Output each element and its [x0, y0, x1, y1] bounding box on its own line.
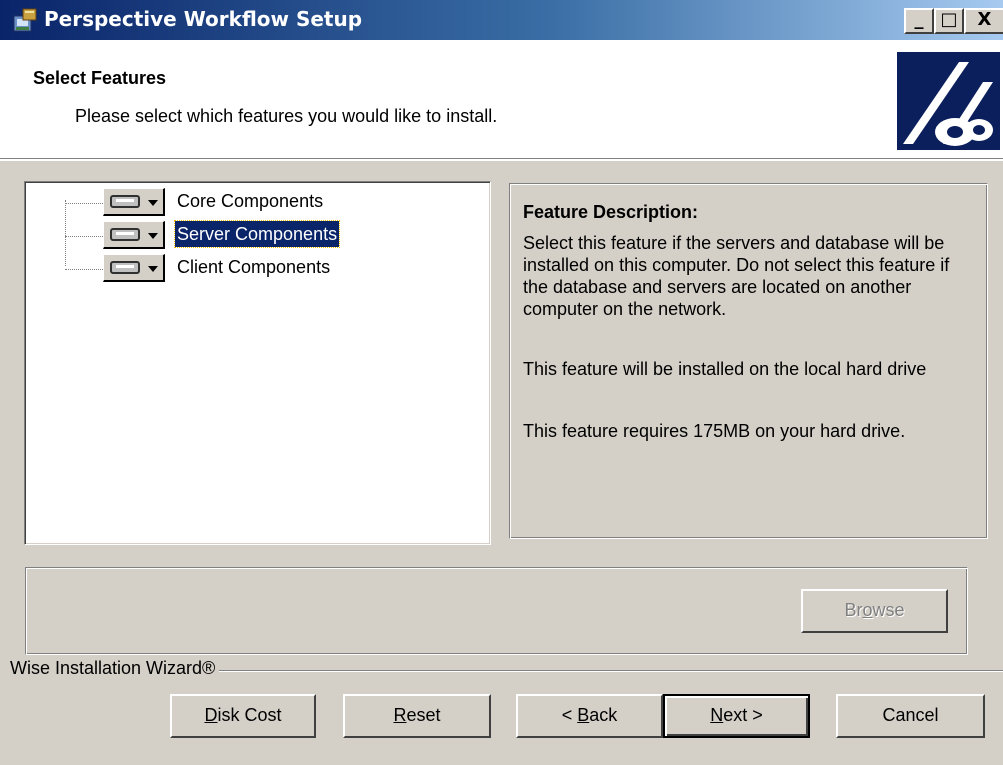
cancel-button[interactable]: Cancel [836, 694, 985, 738]
feature-description-panel: Feature Description: Select this feature… [509, 183, 988, 539]
tree-item-core-components[interactable]: Core Components [25, 186, 485, 218]
reset-label: eset [406, 705, 441, 725]
disk-requirement-text: This feature requires 175MB on your hard… [523, 421, 906, 441]
window-title: Perspective Workflow Setup [44, 7, 363, 31]
description-text: Select this feature if the servers and d… [523, 233, 950, 319]
title-bar[interactable]: Perspective Workflow Setup _ □ X [0, 0, 1003, 40]
page-title: Select Features [33, 68, 167, 88]
install-status-text: This feature will be installed on the lo… [523, 359, 927, 379]
header-panel: Select Features Please select which feat… [0, 40, 1003, 161]
hard-drive-icon [110, 195, 140, 208]
feature-label[interactable]: Server Components [173, 220, 341, 248]
chevron-down-icon [148, 233, 158, 239]
feature-tree[interactable]: Core Components Server Components Client… [24, 181, 491, 545]
back-label: ack [589, 705, 618, 725]
setup-app-icon [13, 8, 37, 32]
disk-cost-mnemonic: D [204, 705, 218, 725]
disk-cost-label: isk Cost [217, 705, 282, 725]
reset-button[interactable]: Reset [343, 694, 491, 738]
hard-drive-icon [110, 228, 140, 241]
feature-label[interactable]: Client Components [175, 254, 332, 280]
browse-label-mnemonic: o [862, 600, 873, 620]
back-label-prefix: < [561, 705, 578, 725]
wizard-logo-icon [897, 52, 1000, 150]
maximize-button[interactable]: □ [934, 8, 964, 34]
back-button[interactable]: < Back [516, 694, 663, 738]
browse-label-suffix: wse [872, 600, 905, 620]
install-state-dropdown[interactable] [103, 221, 165, 249]
page-subtitle: Please select which features you would l… [75, 106, 498, 126]
feature-label[interactable]: Core Components [175, 188, 325, 214]
hard-drive-icon [110, 261, 140, 274]
description-title: Feature Description: [523, 202, 699, 222]
close-button[interactable]: X [964, 8, 1003, 34]
next-mnemonic: N [710, 705, 724, 725]
next-button[interactable]: Next > [663, 694, 810, 738]
tree-item-client-components[interactable]: Client Components [25, 252, 485, 284]
install-state-dropdown[interactable] [103, 188, 165, 216]
chevron-down-icon [148, 266, 158, 272]
reset-mnemonic: R [393, 705, 407, 725]
browse-label-prefix: Br [844, 600, 863, 620]
back-mnemonic: B [577, 705, 590, 725]
disk-cost-button[interactable]: Disk Cost [170, 694, 316, 738]
wizard-brand-label: Wise Installation Wizard® [10, 658, 220, 679]
tree-item-server-components[interactable]: Server Components [25, 219, 485, 251]
install-state-dropdown[interactable] [103, 254, 165, 282]
minimize-button[interactable]: _ [904, 8, 934, 34]
next-label: ext > [723, 705, 763, 725]
chevron-down-icon [148, 200, 158, 206]
browse-button[interactable]: Browse [801, 589, 948, 633]
